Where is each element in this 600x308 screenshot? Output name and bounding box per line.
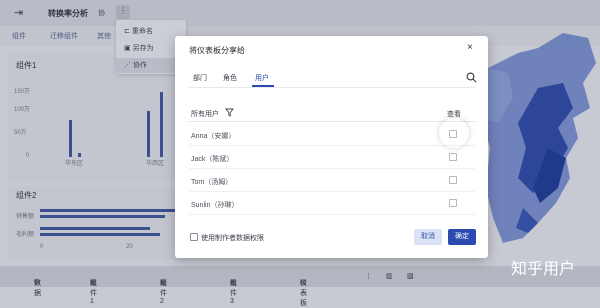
tabs-divider	[189, 87, 475, 88]
menu-item-label: 重命名	[131, 28, 153, 35]
bar	[160, 92, 163, 157]
bar	[78, 153, 81, 157]
user-name: Tom（汤姆）	[191, 179, 233, 186]
menu-item-rename[interactable]: ⊏ 重命名	[124, 26, 153, 36]
toolbar-item-component[interactable]: 组件	[12, 31, 26, 41]
report-name[interactable]: 转换率分析	[48, 8, 88, 19]
bar	[69, 120, 72, 157]
x-label: 华东区	[65, 161, 84, 167]
menu-item-save-as[interactable]: ▣ 另存为	[124, 43, 154, 53]
confirm-button[interactable]: 确定	[448, 229, 476, 245]
y-tick: 100万	[14, 107, 31, 113]
dialog-title: 将仪表板分享给	[189, 46, 245, 55]
creator-permission-checkbox[interactable]	[190, 233, 198, 241]
x-tick: 20	[126, 244, 133, 250]
toolbar-item-other[interactable]: 其他	[97, 31, 111, 41]
exit-icon[interactable]: ⇥	[14, 6, 23, 19]
y-label: 毛利额	[16, 232, 35, 238]
y-tick: 150万	[14, 89, 31, 95]
view-checkbox[interactable]	[449, 153, 457, 161]
table-row: Sunlin（孙琳）	[189, 192, 475, 215]
tab-label: 仪表板	[300, 280, 307, 307]
y-tick: 0	[26, 153, 30, 159]
more-icon[interactable]: ⋮	[116, 5, 130, 19]
bar	[40, 227, 150, 230]
tab-department[interactable]: 部门	[193, 73, 207, 83]
x-tick: 0	[40, 244, 44, 250]
cancel-button[interactable]: 取消	[414, 229, 442, 245]
panel-title: 组件2	[16, 191, 37, 200]
china-map	[482, 33, 596, 243]
column-all-users: 所有用户	[191, 111, 219, 118]
filter-icon[interactable]	[225, 108, 234, 117]
edit-label[interactable]: 协	[98, 8, 105, 18]
user-name: Anna（安娜）	[191, 133, 236, 140]
bar	[40, 209, 175, 212]
table-header: 所有用户 查看	[189, 106, 475, 122]
menu-item-label: 协作	[132, 62, 147, 69]
x-label: 华西区	[146, 161, 165, 167]
panel-title: 组件1	[16, 61, 37, 70]
tab-label: 组件1	[90, 280, 97, 305]
rename-icon: ⊏	[124, 28, 130, 35]
y-label: 销售额	[16, 214, 35, 220]
watermark: 知乎用户	[511, 259, 576, 278]
tab-label: 组件2	[160, 280, 167, 305]
bar	[147, 111, 150, 157]
user-name: Sunlin（孙琳）	[191, 202, 239, 209]
search-icon[interactable]	[466, 72, 477, 83]
share-icon: ⋰	[124, 62, 131, 69]
bottom-tab-bar: ⛁ 数据 ▦ 组件1 ▦ 组件2 ▦ 组件3 ▤ 仪表板 ⋮ ▥ ▧	[0, 266, 600, 307]
tab-more-icon[interactable]: ⋮	[365, 272, 372, 280]
view-checkbox[interactable]	[449, 130, 457, 138]
view-checkbox[interactable]	[449, 199, 457, 207]
close-icon[interactable]: ×	[467, 43, 473, 53]
table-row: Tom（汤姆）	[189, 169, 475, 192]
bar	[40, 233, 160, 236]
table-row: Jack（陈斌）	[189, 146, 475, 169]
top-bar: ⇥ 转换率分析 协 ⋮	[0, 0, 600, 26]
creator-permission-label: 使用制作者数据权限	[201, 235, 264, 242]
menu-item-label: 另存为	[132, 45, 154, 52]
tab-label: 数据	[34, 280, 41, 297]
user-name: Jack（陈斌）	[191, 156, 234, 163]
tab-role[interactable]: 角色	[223, 73, 237, 83]
save-icon: ▣	[124, 45, 131, 52]
bar	[40, 215, 165, 218]
add-dashboard-icon[interactable]: ▧	[407, 272, 414, 280]
table-row: Anna（安娜）	[189, 123, 475, 146]
share-dialog: 将仪表板分享给 × 部门 角色 用户 所有用户 查看 Anna（安娜） Jack…	[175, 36, 488, 258]
y-tick: 50万	[14, 130, 27, 136]
toolbar-item-move[interactable]: 迁移组件	[50, 31, 78, 41]
view-checkbox[interactable]	[449, 176, 457, 184]
add-chart-icon[interactable]: ▥	[386, 272, 393, 280]
tab-label: 组件3	[230, 280, 237, 305]
tab-user[interactable]: 用户	[255, 73, 269, 83]
